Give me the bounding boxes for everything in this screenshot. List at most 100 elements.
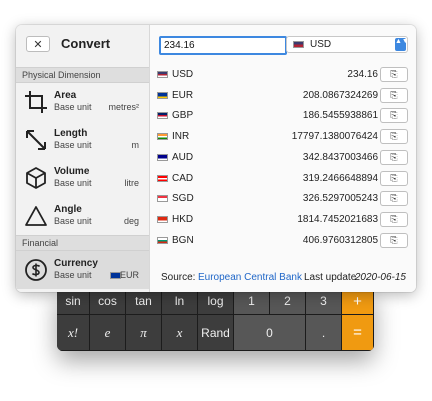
copy-icon: ⎘ <box>390 234 398 245</box>
sin-key[interactable]: sin <box>57 288 90 315</box>
calculator-keypad: sin cos tan ln log 1 2 3 + x! e π x Rand… <box>57 288 374 351</box>
converted-value: 406.9760312805 <box>302 234 378 246</box>
triangle-icon <box>25 206 47 226</box>
copy-button[interactable]: ⎘ <box>380 211 408 227</box>
digit-3-key[interactable]: 3 <box>306 288 342 315</box>
crop-icon <box>25 91 47 113</box>
currency-converter: 234.16 USD ▲▼ USD 234.16 ⎘ EUR 208.086732426… <box>150 25 416 292</box>
digit-2-key[interactable]: 2 <box>270 288 306 315</box>
bgn-flag-icon <box>157 236 168 244</box>
last-update-date: 2020-06-15 <box>354 272 406 283</box>
rate-row-sgd: SGD 326.5297005243 ⎘ <box>150 189 416 209</box>
digit-0-key[interactable]: 0 <box>234 315 306 351</box>
currency-code: BGN <box>172 234 194 246</box>
sidebar-item-currency[interactable]: Currency Base unit EUR <box>16 251 149 289</box>
copy-button[interactable]: ⎘ <box>380 170 408 186</box>
converted-value: 17797.1380076424 <box>291 131 378 143</box>
hkd-flag-icon <box>157 215 168 223</box>
close-icon: ✕ <box>33 38 43 51</box>
currency-code: SGD <box>172 193 194 205</box>
copy-button[interactable]: ⎘ <box>380 87 408 103</box>
dimension-name: Area <box>54 90 77 101</box>
currency-code: INR <box>172 131 190 143</box>
convert-panel: ✕ Convert Physical Dimension Area Base u… <box>16 25 416 292</box>
pi-key[interactable]: π <box>126 315 162 351</box>
currency-select-value: USD <box>310 39 332 50</box>
base-unit-label: Base unit <box>54 140 92 150</box>
rate-row-gbp: GBP 186.5455938861 ⎘ <box>150 106 416 126</box>
base-unit-value: deg <box>123 216 139 226</box>
inr-flag-icon <box>157 133 168 141</box>
base-unit-label: Base unit <box>54 178 92 188</box>
diagonal-arrows-icon <box>26 130 46 150</box>
copy-icon: ⎘ <box>390 89 398 100</box>
currency-code: USD <box>172 69 194 80</box>
factorial-key[interactable]: x! <box>57 315 90 351</box>
rate-row-cad: CAD 319.2466648894 ⎘ <box>150 169 416 189</box>
copy-icon: ⎘ <box>390 131 398 142</box>
converted-value: 342.8437003466 <box>302 151 378 163</box>
converted-value: 186.5455938861 <box>302 110 378 122</box>
decimal-key[interactable]: . <box>306 315 342 351</box>
dimension-name: Length <box>54 128 88 139</box>
tan-key[interactable]: tan <box>126 288 162 315</box>
base-unit-label: Base unit <box>54 102 92 112</box>
converted-value: 1814.7452021683 <box>297 213 378 225</box>
cos-key[interactable]: cos <box>90 288 126 315</box>
converted-value: 319.2466648894 <box>302 172 378 184</box>
ln-key[interactable]: ln <box>162 288 198 315</box>
dimension-name: Currency <box>54 258 98 269</box>
sidebar-item-volume[interactable]: Volume Base unit litre <box>16 159 149 197</box>
source-link[interactable]: European Central Bank <box>198 272 302 283</box>
sidebar-item-length[interactable]: Length Base unit m <box>16 121 149 159</box>
rate-row-usd: USD 234.16 ⎘ <box>150 65 416 85</box>
copy-icon: ⎘ <box>390 110 398 121</box>
currency-code: HKD <box>172 213 194 225</box>
dollar-circle-icon <box>25 259 47 281</box>
copy-icon: ⎘ <box>390 69 398 79</box>
currency-select[interactable]: USD ▲▼ <box>286 36 409 53</box>
panel-header: ✕ Convert <box>16 25 149 63</box>
copy-icon: ⎘ <box>390 151 398 162</box>
plus-key[interactable]: + <box>342 288 374 315</box>
copy-button[interactable]: ⎘ <box>380 129 408 145</box>
equals-key[interactable]: = <box>342 315 374 351</box>
dimension-name: Volume <box>54 166 90 177</box>
base-unit-value: EUR <box>119 270 139 280</box>
gbp-flag-icon <box>157 112 168 120</box>
last-update-label: Last update <box>304 272 357 283</box>
copy-button[interactable]: ⎘ <box>380 67 408 82</box>
currency-code: AUD <box>172 151 194 163</box>
us-flag-icon <box>293 41 304 48</box>
rand-key[interactable]: Rand <box>198 315 234 351</box>
chevron-updown-icon: ▲▼ <box>395 38 409 51</box>
copy-button[interactable]: ⎘ <box>380 232 408 248</box>
digit-1-key[interactable]: 1 <box>234 288 270 315</box>
log-key[interactable]: log <box>198 288 234 315</box>
e-constant-key[interactable]: e <box>90 315 126 351</box>
copy-button[interactable]: ⎘ <box>380 191 408 207</box>
copy-icon: ⎘ <box>390 193 398 204</box>
amount-input[interactable]: 234.16 <box>159 36 287 55</box>
base-unit-label: Base unit <box>54 216 92 226</box>
close-button[interactable]: ✕ <box>26 36 50 52</box>
rate-row-eur: EUR 208.0867324269 ⎘ <box>150 86 416 106</box>
rate-row-aud: AUD 342.8437003466 ⎘ <box>150 148 416 168</box>
currency-code: CAD <box>172 172 194 184</box>
variable-x-key[interactable]: x <box>162 315 198 351</box>
currency-code: GBP <box>172 110 194 122</box>
section-financial: Financial <box>16 235 149 251</box>
copy-button[interactable]: ⎘ <box>380 149 408 165</box>
status-footer: Source: European Central Bank Last updat… <box>150 268 416 288</box>
page-title: Convert <box>61 36 111 51</box>
cube-icon <box>26 167 46 189</box>
sgd-flag-icon <box>157 195 168 203</box>
copy-icon: ⎘ <box>390 213 398 224</box>
dimension-sidebar: ✕ Convert Physical Dimension Area Base u… <box>16 25 150 292</box>
copy-button[interactable]: ⎘ <box>380 108 408 124</box>
sidebar-item-angle[interactable]: Angle Base unit deg <box>16 197 149 235</box>
source-label: Source: <box>161 272 196 283</box>
currency-code: EUR <box>172 89 194 101</box>
sidebar-item-area[interactable]: Area Base unit metres² <box>16 83 149 121</box>
converted-value: 326.5297005243 <box>302 193 378 205</box>
